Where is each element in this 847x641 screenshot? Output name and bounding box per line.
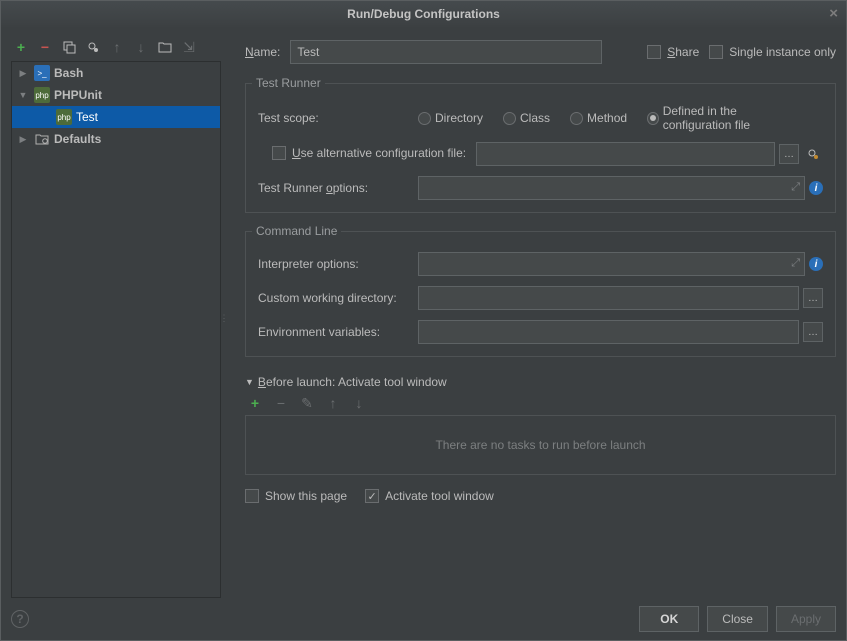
radio-class[interactable]: Class xyxy=(503,111,550,125)
tree-node-phpunit[interactable]: ▼ php PHPUnit xyxy=(12,84,220,106)
right-panel: Name: Share Single instance only Test Ru… xyxy=(227,37,836,598)
radio-icon xyxy=(570,112,583,125)
apply-button: Apply xyxy=(776,606,836,632)
expand-icon[interactable]: ⤢ xyxy=(791,257,800,270)
dialog-body: + − ↑ ↓ ⇲ ▶ xyxy=(1,27,846,640)
name-input[interactable] xyxy=(290,40,602,64)
name-label: Name: xyxy=(245,45,280,59)
runner-options-input[interactable]: ⤢ xyxy=(418,176,805,200)
close-icon[interactable]: × xyxy=(829,5,838,22)
collapse-arrow-icon: ▼ xyxy=(245,377,254,387)
folder-icon[interactable] xyxy=(157,39,173,55)
alt-config-input[interactable] xyxy=(476,142,775,166)
radio-method[interactable]: Method xyxy=(570,111,627,125)
single-instance-label: Single instance only xyxy=(729,45,836,59)
move-up-icon: ↑ xyxy=(109,39,125,55)
titlebar: Run/Debug Configurations × xyxy=(1,1,846,27)
folder-icon xyxy=(34,131,50,147)
checkbox-icon xyxy=(647,45,661,59)
runner-options-label: Test Runner options: xyxy=(258,181,408,195)
tree-label: Bash xyxy=(54,66,83,80)
alt-config-checkbox[interactable]: Use alternative configuration file: xyxy=(258,146,466,163)
add-icon[interactable]: + xyxy=(13,39,29,55)
tree-node-test[interactable]: php Test xyxy=(12,106,220,128)
before-launch-header[interactable]: ▼ Before launch: Activate tool window xyxy=(245,375,836,389)
help-icon[interactable]: ? xyxy=(11,610,29,628)
bash-icon: >_ xyxy=(34,65,50,81)
section-legend: Command Line xyxy=(252,224,341,238)
working-dir-input[interactable] xyxy=(418,286,799,310)
checkbox-icon xyxy=(272,146,286,160)
info-icon[interactable]: i xyxy=(809,181,823,195)
dialog-footer: ? OK Close Apply xyxy=(11,606,836,632)
tree-node-bash[interactable]: ▶ >_ Bash xyxy=(12,62,220,84)
expand-arrow-icon[interactable]: ▶ xyxy=(16,68,30,79)
remove-icon: − xyxy=(273,395,289,411)
browse-button[interactable]: … xyxy=(803,288,823,308)
show-this-page-checkbox[interactable]: Show this page xyxy=(245,489,347,503)
share-label: Share xyxy=(667,45,699,59)
expand-icon[interactable]: ⤢ xyxy=(791,181,800,194)
share-checkbox[interactable]: Share xyxy=(647,45,699,59)
command-line-section: Command Line Interpreter options: ⤢ i Cu… xyxy=(245,231,836,357)
main-split: + − ↑ ↓ ⇲ ▶ xyxy=(11,37,836,598)
phpunit-icon: php xyxy=(34,87,50,103)
name-row: Name: Share Single instance only xyxy=(245,39,836,65)
settings-icon[interactable] xyxy=(85,39,101,55)
collapse-icon: ⇲ xyxy=(181,39,197,55)
close-button[interactable]: Close xyxy=(707,606,768,632)
phpunit-icon: php xyxy=(56,109,72,125)
test-runner-section: Test Runner Test scope: Directory Class … xyxy=(245,83,836,213)
window-title: Run/Debug Configurations xyxy=(347,7,500,21)
dialog-window: Run/Debug Configurations × + − ↑ ↓ xyxy=(0,0,847,641)
expand-arrow-icon[interactable]: ▶ xyxy=(16,134,30,145)
env-vars-input[interactable] xyxy=(418,320,799,344)
remove-icon[interactable]: − xyxy=(37,39,53,55)
checkbox-icon xyxy=(245,489,259,503)
test-scope-radios: Directory Class Method Defined in the co… xyxy=(418,104,823,132)
working-dir-label: Custom working directory: xyxy=(258,291,408,305)
tree-label: Defaults xyxy=(54,132,101,146)
tree-label: PHPUnit xyxy=(54,88,102,102)
before-launch-label: Before launch: Activate tool window xyxy=(258,375,447,389)
interpreter-options-label: Interpreter options: xyxy=(258,257,408,271)
radio-icon xyxy=(503,112,516,125)
tree-toolbar: + − ↑ ↓ ⇲ xyxy=(11,37,221,61)
section-legend: Test Runner xyxy=(252,76,325,90)
activate-tool-window-label: Activate tool window xyxy=(385,489,494,503)
ok-button[interactable]: OK xyxy=(639,606,699,632)
test-scope-label: Test scope: xyxy=(258,111,408,125)
info-icon[interactable]: i xyxy=(809,257,823,271)
env-vars-label: Environment variables: xyxy=(258,325,408,339)
empty-tasks-placeholder: There are no tasks to run before launch xyxy=(435,438,645,452)
add-icon[interactable]: + xyxy=(247,395,263,411)
browse-button[interactable]: … xyxy=(803,322,823,342)
browse-button[interactable]: … xyxy=(779,144,799,164)
activate-tool-window-checkbox[interactable]: Activate tool window xyxy=(365,489,494,503)
checkbox-icon xyxy=(709,45,723,59)
radio-config-file[interactable]: Defined in the configuration file xyxy=(647,104,807,132)
left-panel: + − ↑ ↓ ⇲ ▶ xyxy=(11,37,221,598)
edit-icon: ✎ xyxy=(299,395,315,411)
alt-config-label: Use alternative configuration file: xyxy=(292,146,466,160)
single-instance-checkbox[interactable]: Single instance only xyxy=(709,45,836,59)
checkbox-icon xyxy=(365,489,379,503)
settings-button[interactable] xyxy=(803,144,823,164)
radio-directory[interactable]: Directory xyxy=(418,111,483,125)
show-this-page-label: Show this page xyxy=(265,489,347,503)
interpreter-options-input[interactable]: ⤢ xyxy=(418,252,805,276)
config-tree[interactable]: ▶ >_ Bash ▼ php PHPUnit php Test ▶ xyxy=(11,61,221,598)
before-launch-toolbar: + − ✎ ↑ ↓ xyxy=(245,389,836,415)
expand-arrow-icon[interactable]: ▼ xyxy=(16,90,30,100)
move-down-icon: ↓ xyxy=(351,395,367,411)
tree-node-defaults[interactable]: ▶ Defaults xyxy=(12,128,220,150)
before-launch-tasks[interactable]: There are no tasks to run before launch xyxy=(245,415,836,475)
radio-icon xyxy=(418,112,431,125)
copy-icon[interactable] xyxy=(61,39,77,55)
move-up-icon: ↑ xyxy=(325,395,341,411)
radio-icon xyxy=(647,112,659,125)
tree-label: Test xyxy=(76,110,98,124)
move-down-icon: ↓ xyxy=(133,39,149,55)
